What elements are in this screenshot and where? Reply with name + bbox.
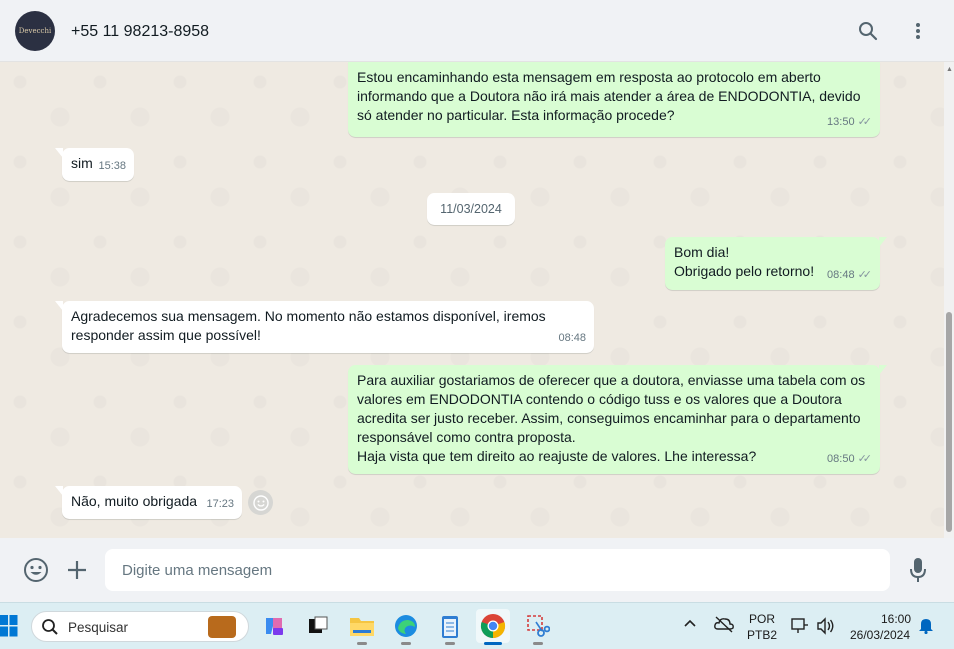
microphone-icon[interactable]	[905, 557, 931, 583]
onedrive-offline-icon[interactable]	[713, 615, 735, 638]
message-text: Agradecemos sua mensagem. No momento não…	[71, 308, 546, 343]
double-check-icon: ✓✓	[857, 269, 873, 281]
emoji-icon[interactable]	[23, 557, 49, 583]
bubble-tail	[55, 486, 63, 496]
message-bubble-incoming[interactable]: Agradecemos sua mensagem. No momento não…	[55, 301, 594, 353]
message-meta: 08:50 ✓✓	[827, 450, 872, 469]
briefcase-icon	[208, 616, 236, 638]
message-time: 08:50	[827, 453, 855, 465]
snipping-tool-icon[interactable]	[521, 609, 555, 645]
smiley-icon	[252, 494, 269, 511]
volume-icon[interactable]	[815, 616, 835, 641]
message-bubble-incoming[interactable]: sim 15:38	[55, 148, 134, 181]
contact-avatar[interactable]: Devecchi	[15, 11, 55, 51]
message-text: Para auxiliar gostariamos de oferecer qu…	[357, 372, 866, 464]
show-hidden-icons-chevron-icon[interactable]	[683, 617, 697, 636]
message-text: Estou encaminhando esta mensagem em resp…	[357, 69, 861, 123]
taskbar-search[interactable]: Pesquisar	[31, 611, 249, 642]
message-composer	[0, 538, 954, 602]
message-bubble-outgoing[interactable]: Para auxiliar gostariamos de oferecer qu…	[348, 365, 887, 474]
windows-start-icon[interactable]	[0, 614, 18, 638]
avatar-logo-text: Devecchi	[18, 27, 52, 35]
keyboard-layout: PTB2	[747, 628, 778, 642]
message-input[interactable]	[105, 549, 890, 591]
notification-bell-icon[interactable]	[918, 616, 934, 639]
menu-icon[interactable]	[905, 18, 931, 44]
double-check-icon: ✓✓	[857, 116, 873, 128]
language-indicator[interactable]: POR PTB2	[747, 611, 777, 643]
chat-header: Devecchi +55 11 98213-8958	[0, 0, 954, 62]
message-bubble-outgoing[interactable]: Estou encaminhando esta mensagem em resp…	[348, 62, 880, 137]
chat-area[interactable]: Estou encaminhando esta mensagem em resp…	[0, 62, 944, 538]
taskbar-search-placeholder: Pesquisar	[68, 620, 129, 635]
clock-time: 16:00	[880, 612, 911, 626]
running-indicator	[533, 642, 543, 645]
message-meta: 17:23	[206, 495, 234, 514]
message-time: 13:50	[827, 116, 855, 128]
edge-icon[interactable]	[389, 609, 423, 645]
windows-taskbar: Pesquisar POR PTB2 16:00 26/03/2024	[0, 602, 954, 649]
plus-icon[interactable]	[64, 557, 90, 583]
running-indicator	[357, 642, 367, 645]
message-bubble-outgoing[interactable]: Bom dia! Obrigado pelo retorno! 08:48 ✓✓	[665, 237, 887, 290]
search-icon	[41, 618, 59, 641]
running-indicator	[401, 642, 411, 645]
bubble-tail	[55, 301, 63, 311]
bubble-tail	[879, 237, 887, 247]
date-divider: 11/03/2024	[427, 193, 515, 225]
message-time: 15:38	[98, 160, 126, 172]
bubble-tail	[879, 365, 887, 375]
message-meta: 13:50 ✓✓	[827, 113, 872, 132]
scroll-up-arrow-icon[interactable]: ▲	[946, 66, 953, 73]
chat-scrollbar[interactable]: ▲	[944, 62, 954, 538]
file-explorer-icon[interactable]	[345, 609, 379, 645]
network-icon[interactable]	[790, 616, 810, 641]
language-code: POR	[748, 612, 775, 626]
message-time: 08:48	[827, 269, 855, 281]
message-bubble-incoming[interactable]: Não, muito obrigada 17:23	[55, 486, 242, 519]
task-view-icon[interactable]	[301, 609, 335, 643]
clock[interactable]: 16:00 26/03/2024	[845, 611, 915, 643]
copilot-icon[interactable]	[257, 609, 291, 643]
double-check-icon: ✓✓	[857, 453, 873, 465]
chrome-icon[interactable]	[476, 609, 510, 645]
search-icon[interactable]	[855, 18, 881, 44]
active-indicator	[484, 642, 502, 645]
clock-date: 26/03/2024	[849, 628, 911, 642]
bubble-tail	[55, 148, 63, 158]
react-emoji-button[interactable]	[248, 490, 273, 515]
message-time: 17:23	[206, 498, 234, 510]
contact-name[interactable]: +55 11 98213-8958	[71, 23, 209, 41]
message-meta: 08:48 ✓✓	[827, 266, 872, 285]
scrollbar-thumb[interactable]	[946, 312, 952, 532]
notepad-icon[interactable]	[433, 609, 467, 645]
message-time: 08:48	[558, 332, 586, 344]
message-meta: 15:38	[98, 157, 126, 176]
running-indicator	[445, 642, 455, 645]
message-meta: 08:48	[558, 329, 586, 348]
